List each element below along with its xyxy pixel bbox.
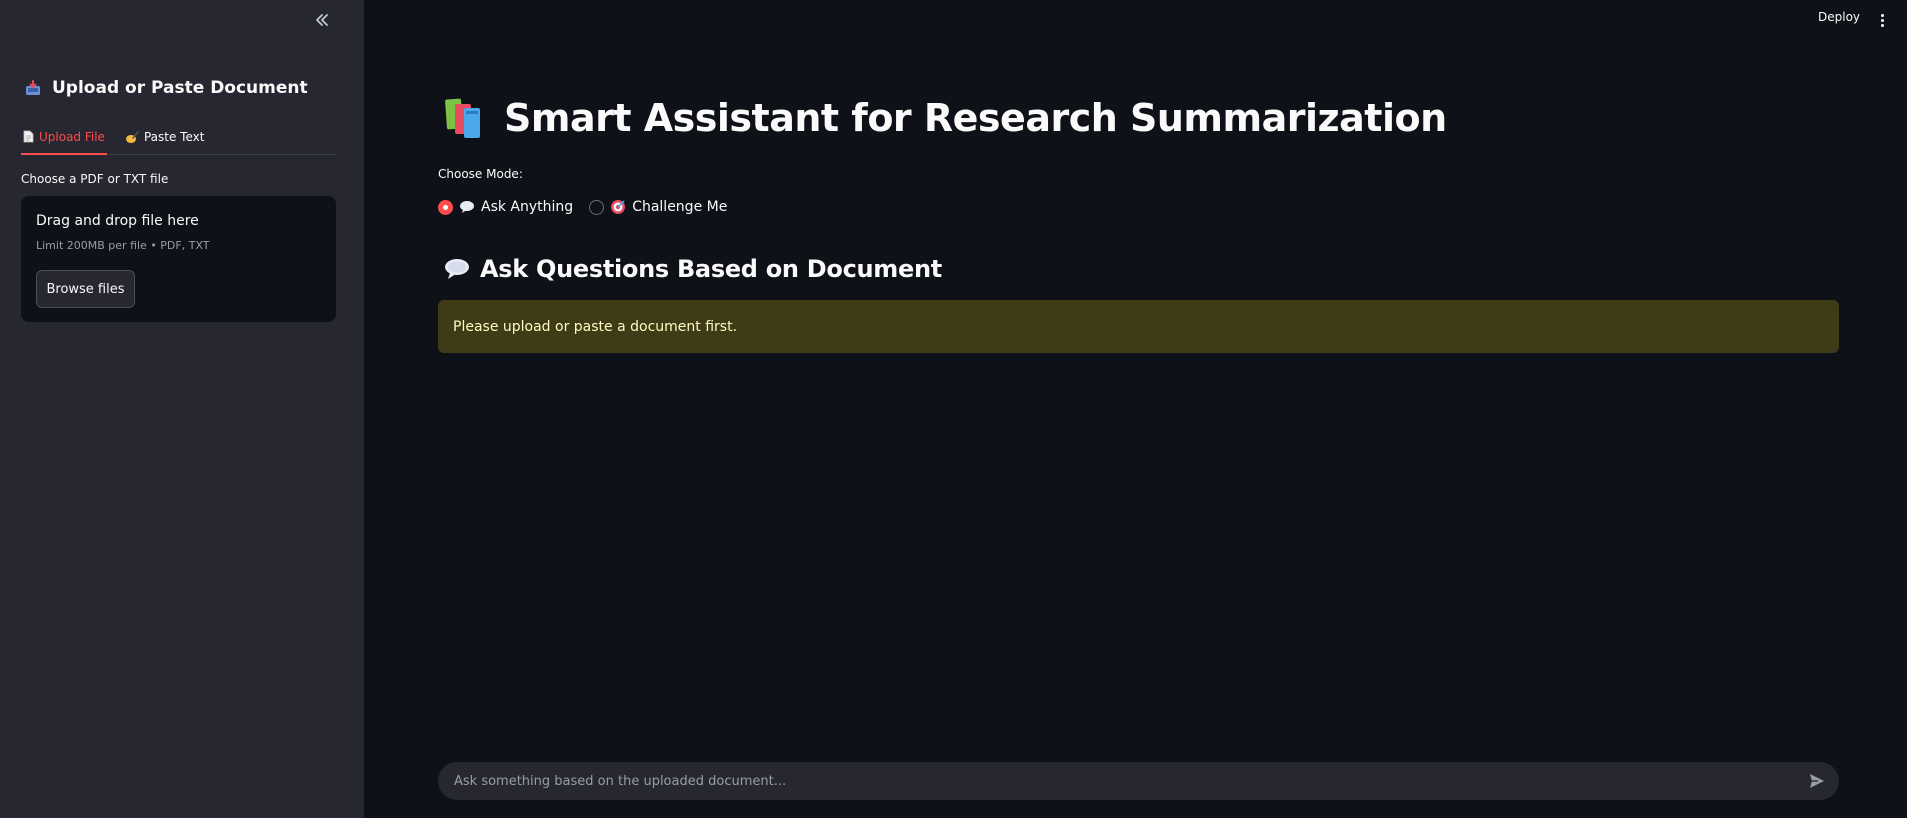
sidebar-header: Upload or Paste Document <box>24 78 308 98</box>
deploy-button[interactable]: Deploy <box>1818 10 1860 24</box>
sidebar-title: Upload or Paste Document <box>52 78 308 98</box>
upload-tabs: Upload File Paste Text <box>21 120 336 155</box>
inbox-tray-icon <box>24 79 42 97</box>
mode-option-label: Ask Anything <box>481 199 574 215</box>
dropzone-limit-text: Limit 200MB per file • PDF, TXT <box>36 239 210 252</box>
tab-paste-text[interactable]: Paste Text <box>123 120 206 154</box>
tab-upload-file[interactable]: Upload File <box>21 120 107 155</box>
kebab-menu-icon[interactable] <box>1874 10 1890 30</box>
tab-paste-text-label: Paste Text <box>143 130 205 144</box>
radio-button[interactable] <box>589 199 605 215</box>
books-icon <box>445 98 480 138</box>
send-button[interactable] <box>1795 762 1839 800</box>
speech-bubble-icon <box>460 201 474 213</box>
section-title: Ask Questions Based on Document <box>480 255 942 283</box>
collapse-sidebar-button[interactable] <box>310 8 334 32</box>
double-chevron-left-icon <box>316 14 328 26</box>
tab-upload-file-label: Upload File <box>39 129 105 144</box>
speech-bubble-icon <box>445 259 469 279</box>
mode-option-challenge-me[interactable]: Challenge Me <box>589 199 727 215</box>
dropzone-title: Drag and drop file here <box>36 213 199 229</box>
chat-input-bar <box>438 762 1839 800</box>
warning-alert: Please upload or paste a document first. <box>438 300 1839 353</box>
sidebar: Upload or Paste Document Upload File Pas… <box>0 0 364 818</box>
file-uploader-label: Choose a PDF or TXT file <box>21 172 169 186</box>
section-heading: Ask Questions Based on Document <box>444 255 942 283</box>
writing-hand-icon <box>125 130 139 143</box>
mode-radio-group: Ask Anything Challenge Me <box>438 199 743 215</box>
page-title: Smart Assistant for Research Summarizati… <box>444 96 1447 140</box>
send-icon <box>1810 774 1824 788</box>
chat-input[interactable] <box>438 762 1795 800</box>
file-dropzone[interactable]: Drag and drop file here Limit 200MB per … <box>21 196 336 322</box>
mode-option-ask-anything[interactable]: Ask Anything <box>438 199 573 215</box>
browse-files-button[interactable]: Browse files <box>36 270 135 308</box>
mode-option-label: Challenge Me <box>632 199 728 215</box>
page-icon <box>23 130 34 143</box>
mode-label: Choose Mode: <box>438 167 523 181</box>
target-icon <box>611 200 626 214</box>
radio-button[interactable] <box>438 199 453 215</box>
app-title: Smart Assistant for Research Summarizati… <box>504 96 1447 140</box>
